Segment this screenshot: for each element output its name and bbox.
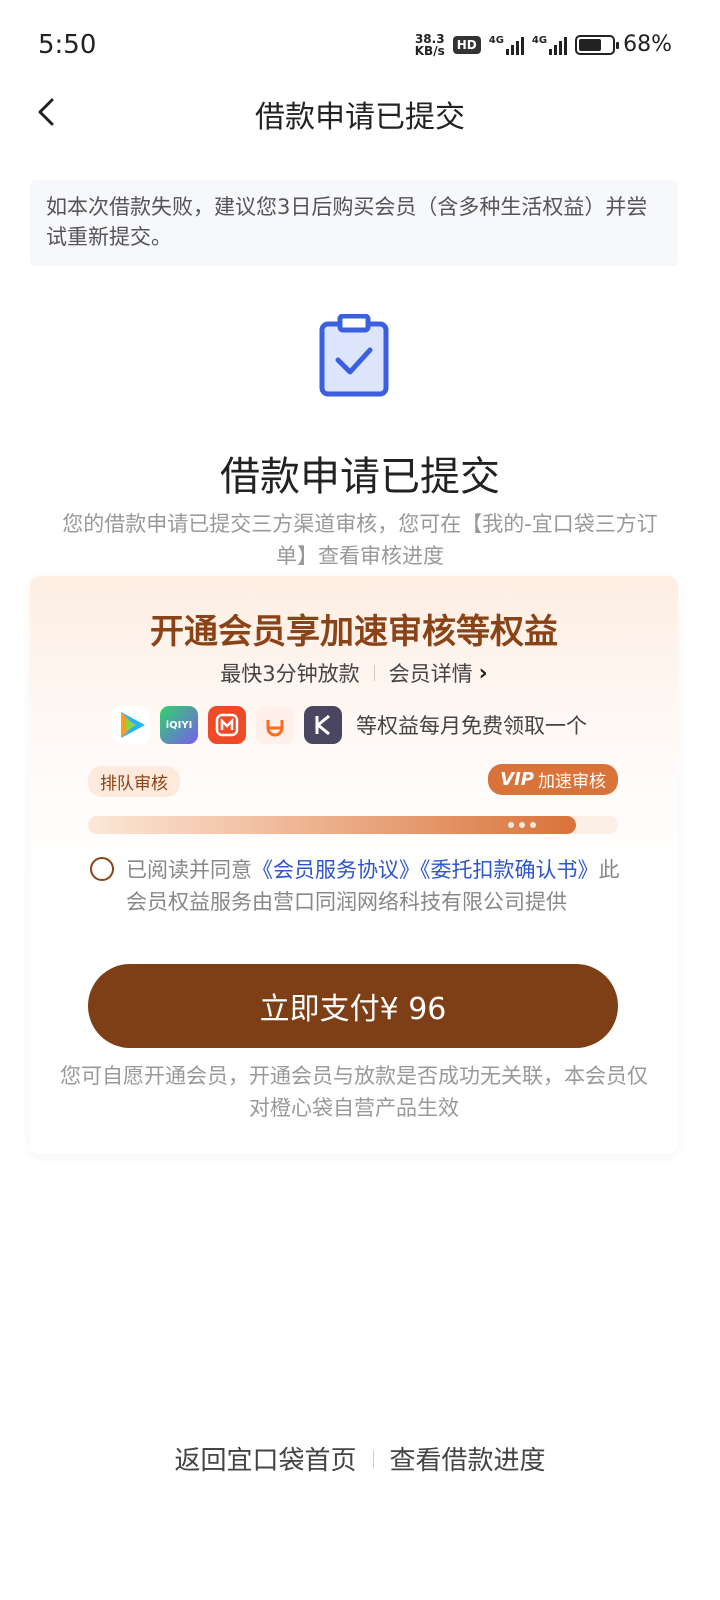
tencent-video-icon — [112, 706, 150, 744]
vip-badge: VIP — [500, 769, 534, 790]
notice-banner: 如本次借款失败，建议您3日后购买会员（含多种生活权益）并尝试重新提交。 — [30, 180, 678, 266]
vip-fast-review-tag: VIP 加速审核 — [488, 764, 618, 795]
signal-icon-2: 4G — [532, 35, 568, 55]
membership-title: 开通会员享加速审核等权益 — [150, 612, 558, 652]
hd-icon: HD — [452, 35, 481, 54]
member-details-link[interactable]: 会员详情 › — [389, 658, 488, 688]
loan-progress-link[interactable]: 查看借款进度 — [390, 1440, 546, 1477]
review-progress-bar — [88, 816, 618, 834]
result-title: 借款申请已提交 — [220, 454, 500, 500]
queue-review-tag: 排队审核 — [88, 766, 180, 797]
result-description: 您的借款申请已提交三方渠道审核，您可在【我的-宜口袋三方订单】查看审核进度 — [62, 512, 658, 568]
signal-icon: 4G — [489, 35, 524, 55]
nav-bar: 借款申请已提交 — [0, 80, 720, 144]
pay-now-button[interactable]: 立即支付¥ 96 — [88, 964, 618, 1048]
fastest-loan-text: 最快3分钟放款 — [220, 662, 360, 686]
status-time: 5:50 — [38, 30, 97, 60]
mango-tv-icon — [208, 706, 246, 744]
iqiyi-icon: iQIYI — [160, 706, 198, 744]
perks-row: iQIYI 等权益每月免费领取一个 — [112, 706, 587, 744]
keep-icon — [304, 706, 342, 744]
agreement-link[interactable]: 《会员服务协议》《委托扣款确认书》 — [252, 858, 599, 882]
perks-text: 等权益每月免费领取一个 — [356, 714, 587, 738]
footer-links: 返回宜口袋首页 查看借款进度 — [0, 1440, 720, 1477]
divider — [372, 1449, 374, 1468]
agreement-row: 已阅读并同意《会员服务协议》《委托扣款确认书》此会员权益服务由营口同润网络科技有… — [90, 854, 630, 918]
page-title: 借款申请已提交 — [255, 100, 465, 135]
clipboard-check-icon — [319, 314, 389, 397]
battery-percentage: 68% — [623, 32, 672, 57]
membership-subtitle: 最快3分钟放款 会员详情 › — [30, 658, 678, 688]
status-bar: 5:50 38.3 KB/s HD 4G 4G 68% — [0, 0, 720, 92]
membership-card: 开通会员享加速审核等权益 最快3分钟放款 会员详情 › iQIYI 等权益每月免… — [30, 576, 678, 1154]
membership-note: 您可自愿开通会员，开通会员与放款是否成功无关联，本会员仅对橙心袋自营产品生效 — [60, 1064, 648, 1120]
battery-icon — [575, 34, 620, 55]
status-icons: 38.3 KB/s HD 4G 4G 68% — [415, 32, 672, 57]
didi-icon — [256, 706, 294, 744]
divider — [373, 665, 375, 681]
chevron-right-icon: › — [478, 660, 488, 686]
network-speed: 38.3 KB/s — [414, 31, 445, 58]
return-home-link[interactable]: 返回宜口袋首页 — [174, 1440, 356, 1477]
agreement-radio[interactable] — [90, 857, 114, 881]
